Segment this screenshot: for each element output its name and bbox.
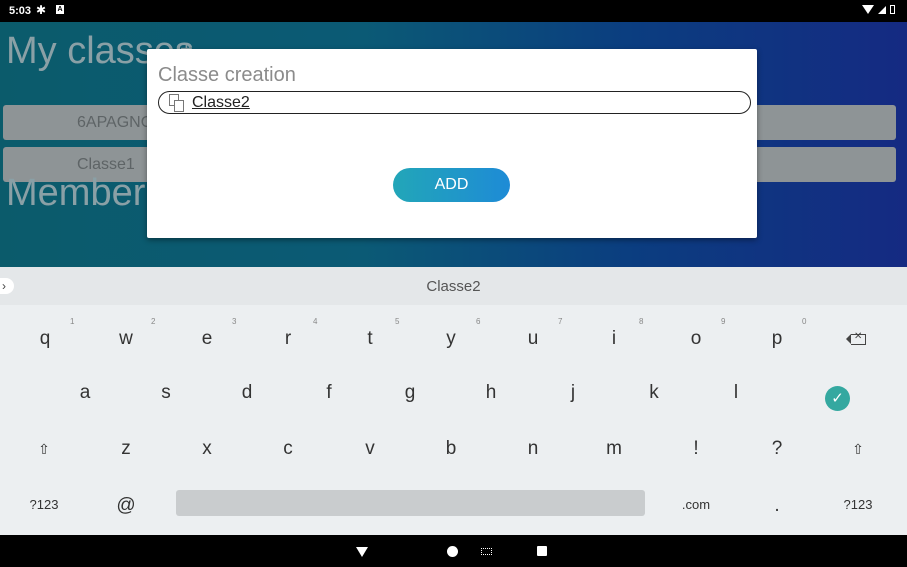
class-name-value: Classe2 [192,94,250,111]
key-hint: 3 [232,317,237,326]
key-x[interactable]: x [187,438,227,460]
key-p[interactable]: p [757,328,797,350]
key-w[interactable]: w [106,328,146,350]
key-n[interactable]: n [513,438,553,460]
key-f[interactable]: f [309,382,349,404]
keyboard-switch-icon[interactable] [481,548,492,555]
battery-icon [890,5,895,14]
dotcom-key[interactable]: .com [674,497,718,512]
key-hint: 1 [70,317,75,326]
key-u[interactable]: u [513,328,553,350]
key-hint: 0 [802,317,807,326]
a-icon: A [56,5,64,14]
class-creation-dialog: Classe creation Classe2 ADD [147,49,757,238]
key-hint: 9 [721,317,726,326]
key-m[interactable]: m [594,438,634,460]
key-period[interactable]: . [757,495,797,517]
key-d[interactable]: d [227,382,267,404]
key-c[interactable]: c [268,438,308,460]
key-i[interactable]: i [594,328,634,350]
class-row-label: 6APAGNO [77,114,154,131]
key-hint: 8 [639,317,644,326]
key-hint: 5 [395,317,400,326]
key-exclamation[interactable]: ! [676,438,716,460]
symbols-key[interactable]: ?123 [22,497,66,512]
recents-icon[interactable] [537,546,547,556]
back-icon[interactable] [356,547,368,557]
key-a[interactable]: a [65,382,105,404]
status-time: 5:03 [9,5,32,17]
key-hint: 4 [313,317,318,326]
class-name-input[interactable]: Classe2 [158,91,751,114]
wifi-icon [862,5,874,14]
signal-icon [878,5,886,14]
space-bar[interactable] [176,490,645,516]
suggestion-word[interactable]: Classe2 [0,278,907,295]
home-icon[interactable] [447,546,458,557]
enter-check-icon[interactable]: ✓ [825,386,850,411]
key-o[interactable]: o [676,328,716,350]
key-h[interactable]: h [471,382,511,404]
key-hint: 2 [151,317,156,326]
dialog-title: Classe creation [158,64,296,86]
soft-keyboard: Classe2 › q w e r t y u i o p 1 2 3 4 5 … [0,267,907,535]
key-b[interactable]: b [431,438,471,460]
symbols-key-right[interactable]: ?123 [836,497,880,512]
key-question[interactable]: ? [757,438,797,460]
add-button[interactable]: ADD [393,168,510,202]
key-k[interactable]: k [634,382,674,404]
shift-right-icon[interactable]: ⇧ [848,441,868,458]
suggestion-strip: Classe2 › [0,267,907,305]
navigation-bar [0,535,907,567]
key-s[interactable]: s [146,382,186,404]
status-bar: 5:03 ✱ A [0,0,907,22]
key-hint: 6 [476,317,481,326]
key-t[interactable]: t [350,328,390,350]
status-icons [862,5,895,14]
gear-icon: ✱ [36,3,47,17]
key-j[interactable]: j [553,382,593,404]
document-icon [169,94,185,112]
key-r[interactable]: r [268,328,308,350]
key-v[interactable]: v [350,438,390,460]
key-q[interactable]: q [25,328,65,350]
key-at[interactable]: @ [106,495,146,517]
key-hint: 7 [558,317,563,326]
shift-left-icon[interactable]: ⇧ [34,441,54,458]
backspace-icon[interactable]: ✕ [846,331,866,345]
key-g[interactable]: g [390,382,430,404]
key-z[interactable]: z [106,438,146,460]
key-y[interactable]: y [431,328,471,350]
key-e[interactable]: e [187,328,227,350]
key-l[interactable]: l [716,382,756,404]
